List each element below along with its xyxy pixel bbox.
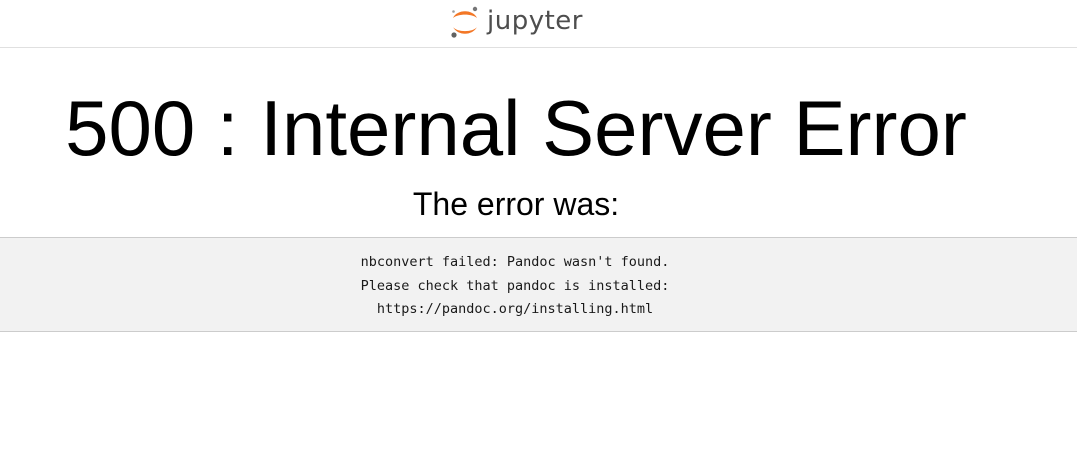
jupyter-wordmark: jupyter xyxy=(487,6,583,36)
jupyter-logo-link[interactable]: jupyter xyxy=(448,4,583,42)
error-message-line: nbconvert failed: Pandoc wasn't found. xyxy=(360,254,670,270)
error-message-line: https://pandoc.org/installing.html xyxy=(376,301,654,317)
page-header: jupyter xyxy=(0,0,1077,48)
jupyter-logo-icon xyxy=(448,4,482,42)
error-subtitle: The error was: xyxy=(412,186,620,222)
error-message-box: nbconvert failed: Pandoc wasn't found. P… xyxy=(0,237,1077,332)
error-message: nbconvert failed: Pandoc wasn't found. P… xyxy=(0,251,1030,322)
error-message-line: Please check that pandoc is installed: xyxy=(360,277,670,294)
error-title: 500 : Internal Server Error xyxy=(65,84,967,172)
